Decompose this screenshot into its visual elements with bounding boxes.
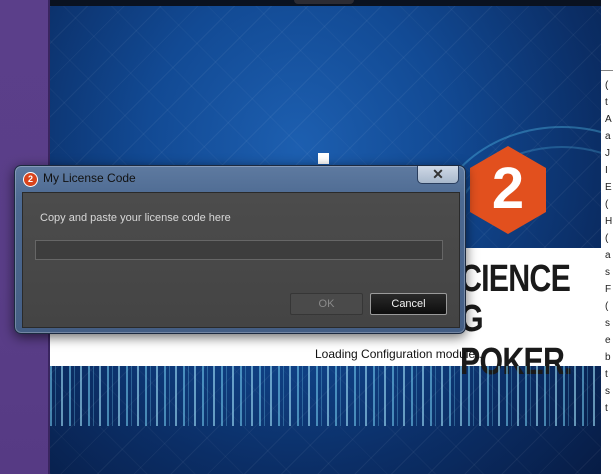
clipped-text-char: I	[605, 165, 608, 176]
clipped-text-char: t	[605, 97, 608, 108]
loading-status: Loading Configuration module...	[315, 347, 486, 361]
close-button[interactable]: ✕	[417, 166, 459, 184]
ok-button[interactable]: OK	[290, 293, 363, 315]
tagline-line1: CIENCE	[460, 258, 571, 300]
clipped-text-char: (	[605, 80, 609, 91]
clipped-text-char: H	[605, 216, 613, 227]
license-code-input[interactable]	[35, 240, 443, 260]
screen: (t Aa J I E(H(a s F(s e b t s t 2 CIENCE G POKER. L…	[0, 0, 613, 474]
close-icon: ✕	[432, 166, 444, 182]
clipped-text-char: a	[605, 131, 611, 142]
splash-barcode-decor	[50, 366, 601, 426]
clipped-text-char: (	[605, 301, 609, 312]
clipped-text-char: J	[605, 148, 610, 159]
clipped-text-char: b	[605, 352, 611, 363]
dialog-title: My License Code	[43, 171, 136, 185]
clipped-text-char: a	[605, 250, 611, 261]
clipped-text-char: A	[605, 114, 612, 125]
clipped-text-char: F	[605, 284, 612, 295]
app-icon: 2	[23, 172, 38, 187]
cancel-button[interactable]: Cancel	[370, 293, 447, 315]
license-prompt: Copy and paste your license code here	[40, 212, 231, 224]
license-dialog: 2 My License Code ✕ Copy and paste your …	[14, 165, 466, 334]
clipped-text-char: (	[605, 199, 609, 210]
dialog-body: Copy and paste your license code here OK…	[22, 192, 460, 328]
splash-decor-square	[318, 153, 329, 164]
clipped-text-char: t	[605, 369, 608, 380]
dialog-titlebar[interactable]: 2 My License Code ✕	[15, 166, 465, 191]
clipped-text-char: s	[605, 386, 610, 397]
clipped-text-char: t	[605, 403, 608, 414]
window-control-knob	[294, 0, 354, 4]
clipped-text-char: s	[605, 267, 610, 278]
clipped-text-char: (	[605, 233, 609, 244]
clipped-text-char: E	[605, 182, 612, 193]
logo-number: 2	[491, 156, 525, 221]
clipped-text-char: s	[605, 318, 610, 329]
background-window-edge: (t Aa J I E(H(a s F(s e b t s t	[601, 0, 613, 474]
clipped-text-char: e	[605, 335, 611, 346]
divider	[601, 70, 613, 71]
